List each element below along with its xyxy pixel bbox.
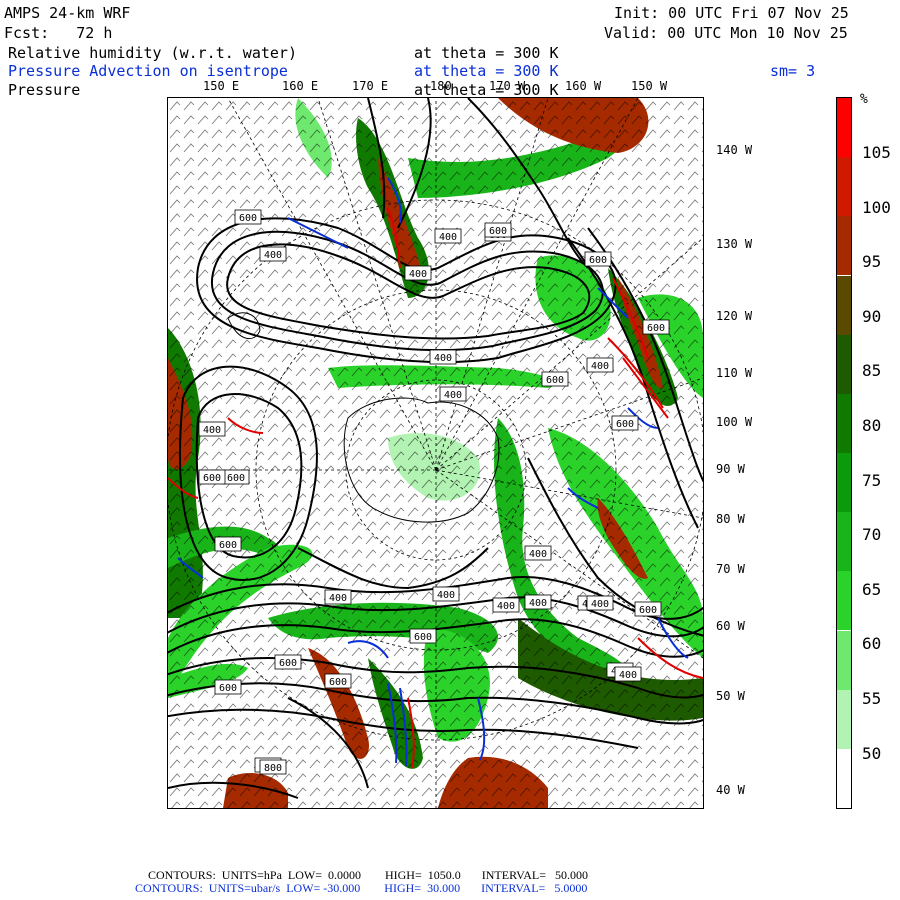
colorbar-band xyxy=(837,630,851,690)
colorbar-tick-label: 95 xyxy=(862,252,882,272)
valid-time: Valid: 00 UTC Mon 10 Nov 25 xyxy=(604,24,848,42)
pressure-label: 400 xyxy=(203,425,221,436)
pressure-label: 800 xyxy=(264,763,282,774)
lon-label: 170 W xyxy=(489,79,526,93)
lon-label: 180 xyxy=(430,79,452,93)
colorbar-tick-label: 100 xyxy=(862,197,891,217)
pressure-label: 600 xyxy=(203,473,221,484)
init-time: Init: 00 UTC Fri 07 Nov 25 xyxy=(614,4,849,22)
colorbar-band xyxy=(837,275,851,335)
lon-label-right: 80 W xyxy=(716,512,745,526)
pressure-label: 600 xyxy=(219,540,237,551)
wind-barbs xyxy=(168,98,703,808)
pressure-label: 600 xyxy=(489,226,507,237)
colorbar-tick-label: 75 xyxy=(862,470,882,490)
pressure-label: 400 xyxy=(529,549,547,560)
lon-label: 150 E xyxy=(203,79,240,93)
lon-label: 150 W xyxy=(631,79,668,93)
pressure-label: 400 xyxy=(591,599,609,610)
model-title: AMPS 24-km WRF xyxy=(4,4,131,22)
colorbar-band xyxy=(837,748,851,808)
colorbar-band xyxy=(837,453,851,513)
pressure-label: 400 xyxy=(264,250,282,261)
colorbar-tick-label: 80 xyxy=(862,416,882,435)
lon-label-right: 40 W xyxy=(716,783,745,797)
pressure-label: 400 xyxy=(529,598,547,609)
lon-label: 160 E xyxy=(282,79,319,93)
colorbar-tick-label: 65 xyxy=(862,579,882,599)
colorbar-band xyxy=(837,689,851,749)
pressure-label: 400 xyxy=(434,353,452,364)
lon-label-right: 120 W xyxy=(716,309,753,323)
colorbar-tick-label: 85 xyxy=(862,361,882,381)
colorbar-tick-label: 60 xyxy=(862,634,882,654)
colorbar-band xyxy=(837,512,851,572)
pressure-label: 400 xyxy=(439,232,457,243)
colorbar-band xyxy=(837,157,851,217)
colorbar-band xyxy=(837,98,851,158)
field2-smooth: sm= 3 xyxy=(770,62,816,80)
pressure-label: 400 xyxy=(591,361,609,372)
lon-label-right: 90 W xyxy=(716,462,745,476)
pressure-label: 400 xyxy=(444,390,462,401)
colorbar-tick-label: 90 xyxy=(862,306,882,326)
field2-level: at theta = 300 K xyxy=(414,62,559,80)
pressure-label: 600 xyxy=(639,605,657,616)
pressure-label: 600 xyxy=(279,658,297,669)
colorbar-band xyxy=(837,334,851,394)
field1-title: Relative humidity (w.r.t. water) xyxy=(8,44,297,62)
lon-label-right: 130 W xyxy=(716,237,753,251)
colorbar-tick-label: 55 xyxy=(862,689,882,708)
pressure-label: 600 xyxy=(329,677,347,688)
field3-title: Pressure xyxy=(8,81,81,99)
pressure-label: 400 xyxy=(409,269,427,280)
pressure-label: 400 xyxy=(437,590,455,601)
colorbar-tick-label: 50 xyxy=(862,743,882,763)
colorbar-tick-label: 105 xyxy=(862,143,891,162)
pressure-label: 600 xyxy=(414,632,432,643)
field1-level: at theta = 300 K xyxy=(414,44,559,62)
map-panel: 600 400 400 400 600 600 600 400 600 600 400 400 400 4… xyxy=(167,97,704,809)
pressure-label: 600 xyxy=(616,419,634,430)
colorbar-band xyxy=(837,571,851,631)
colorbar-band xyxy=(837,393,851,453)
fcst-label: Fcst: xyxy=(4,24,50,42)
lon-label: 160 W xyxy=(565,79,602,93)
lon-label-right: 50 W xyxy=(716,689,745,703)
pressure-label: 600 xyxy=(647,323,665,334)
lon-label-right: 140 W xyxy=(716,143,753,157)
lon-label-right: 60 W xyxy=(716,619,745,633)
footer-contours-ubar: CONTOURS: UNITS=ubar/s LOW= -30.000 HIGH… xyxy=(135,881,588,895)
forecast-label: Fcst: 72 h xyxy=(4,25,112,41)
pressure-label: 600 xyxy=(219,683,237,694)
pressure-label: 400 xyxy=(619,670,637,681)
pressure-label: 400 xyxy=(329,593,347,604)
field2-title: Pressure Advection on isentrope xyxy=(8,62,288,80)
pressure-label: 600 xyxy=(239,213,257,224)
lon-label-right: 70 W xyxy=(716,562,745,576)
pressure-label: 600 xyxy=(589,255,607,266)
map-canvas: 600 400 400 400 600 600 600 400 600 600 400 400 400 4… xyxy=(168,98,703,808)
pressure-label: 600 xyxy=(546,375,564,386)
pressure-label: 600 xyxy=(227,473,245,484)
lon-label: 170 E xyxy=(352,79,389,93)
lon-label-right: 100 W xyxy=(716,415,753,429)
colorbar-tick-label: 70 xyxy=(862,525,882,545)
colorbar-unit: % xyxy=(860,92,868,107)
fcst-hours: 72 h xyxy=(76,24,113,42)
pressure-label: 400 xyxy=(497,601,515,612)
colorbar-band xyxy=(837,216,851,276)
colorbar xyxy=(836,97,852,809)
lon-label-right: 110 W xyxy=(716,366,753,380)
